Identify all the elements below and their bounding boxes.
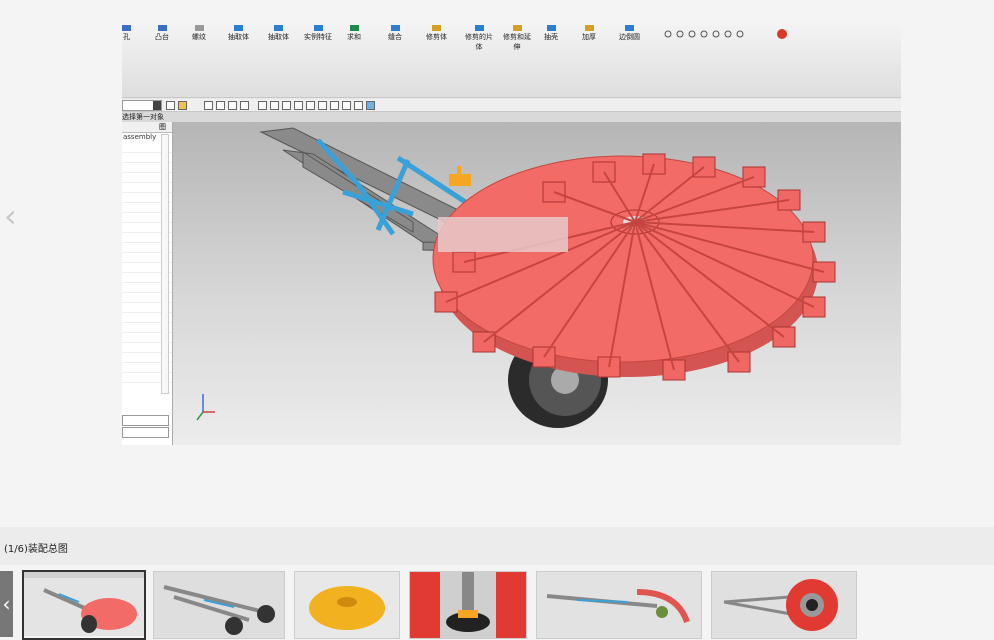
cad-3d-viewport[interactable] bbox=[173, 122, 901, 445]
select-icon[interactable] bbox=[204, 101, 213, 110]
part-navigator-panel: 图 assembly bbox=[122, 122, 173, 445]
circle-icon[interactable] bbox=[318, 101, 327, 110]
target-icon[interactable] bbox=[354, 101, 363, 110]
ribbon-trimmed-sheet-button[interactable]: 修剪的片体 bbox=[462, 25, 496, 52]
ribbon-instance-feature-button[interactable]: 实例特征 bbox=[304, 25, 332, 42]
ribbon-more-tools-icon[interactable] bbox=[662, 29, 772, 41]
box-icon[interactable] bbox=[240, 101, 249, 110]
cube-icon[interactable] bbox=[366, 101, 375, 110]
type-filter-select[interactable] bbox=[122, 100, 162, 111]
blurred-watermark-region bbox=[438, 217, 568, 252]
ribbon-thicken-button[interactable]: 加厚 bbox=[582, 25, 596, 42]
slash-icon[interactable] bbox=[342, 101, 351, 110]
navigator-column-header: 图 bbox=[122, 122, 172, 133]
thumbnail-4[interactable] bbox=[409, 571, 527, 639]
navigator-dropdown[interactable] bbox=[122, 415, 169, 426]
navigator-title: 选择第一对象 bbox=[122, 113, 164, 121]
caption-bar: (1/6)装配总图 bbox=[0, 527, 994, 565]
tangent-icon[interactable] bbox=[294, 101, 303, 110]
ribbon-extract-body-2-button[interactable]: 抽取体 bbox=[268, 25, 289, 42]
snap-icon[interactable] bbox=[178, 101, 187, 110]
selection-toolbar bbox=[122, 99, 901, 112]
navigator-scrollbar[interactable] bbox=[161, 134, 169, 394]
ribbon-stop-icon[interactable] bbox=[776, 28, 788, 42]
ribbon-hole-button[interactable]: 孔 bbox=[122, 25, 131, 42]
hitch-bracket bbox=[449, 166, 471, 186]
navigator-title-bar: 选择第一对象 bbox=[122, 112, 901, 122]
thumbnail-6[interactable] bbox=[711, 571, 857, 639]
ribbon-edge-blend-button[interactable]: 边倒圆 bbox=[619, 25, 640, 42]
ribbon-unite-button[interactable]: 求和 bbox=[347, 25, 361, 42]
thumbnail-3[interactable] bbox=[294, 571, 400, 639]
thumbnail-1[interactable] bbox=[22, 570, 146, 640]
line-icon[interactable] bbox=[270, 101, 279, 110]
ribbon-extract-body-button[interactable]: 抽取体 bbox=[228, 25, 249, 42]
cad-ribbon-toolbar: 孔 凸台 螺纹 抽取体 抽取体 实例特征 求和 缝合 修剪体 修剪的片体 修剪和… bbox=[122, 25, 901, 98]
ribbon-boss-button[interactable]: 凸台 bbox=[155, 25, 169, 42]
ribbon-trim-body-button[interactable]: 修剪体 bbox=[426, 25, 447, 42]
navigator-dropdown-2[interactable] bbox=[122, 427, 169, 438]
thumbnail-5[interactable] bbox=[536, 571, 702, 639]
thumbnail-2[interactable] bbox=[153, 571, 285, 639]
plus-icon[interactable] bbox=[330, 101, 339, 110]
undo-icon[interactable] bbox=[228, 101, 237, 110]
axis-triad-icon bbox=[196, 394, 215, 421]
curve-icon[interactable] bbox=[282, 101, 291, 110]
ribbon-trim-extend-button[interactable]: 修剪和延伸 bbox=[500, 25, 534, 52]
point-icon[interactable] bbox=[258, 101, 267, 110]
ribbon-shell-button[interactable]: 抽壳 bbox=[544, 25, 558, 42]
ribbon-sew-button[interactable]: 缝合 bbox=[388, 25, 402, 42]
toothed-disc bbox=[432, 153, 836, 381]
thumbnail-strip: ‹ bbox=[0, 567, 994, 640]
chevron-down-icon bbox=[153, 101, 161, 110]
image-caption: (1/6)装配总图 bbox=[4, 544, 68, 555]
assembly-model-render bbox=[196, 127, 836, 428]
thumbnail-prev-chevron-left-icon[interactable]: ‹ bbox=[0, 571, 13, 637]
main-screenshot: 孔 凸台 螺纹 抽取体 抽取体 实例特征 求和 缝合 修剪体 修剪的片体 修剪和… bbox=[122, 25, 901, 445]
prev-image-chevron-left-icon[interactable]: ‹ bbox=[4, 198, 24, 234]
center-icon[interactable] bbox=[306, 101, 315, 110]
filter-icon[interactable] bbox=[166, 101, 175, 110]
ribbon-thread-button[interactable]: 螺纹 bbox=[192, 25, 206, 42]
image-viewer: ‹ 孔 凸台 螺纹 抽取体 抽取体 实例特征 求和 缝合 修剪体 修剪的片体 修… bbox=[0, 0, 994, 527]
rotate-icon[interactable] bbox=[216, 101, 225, 110]
